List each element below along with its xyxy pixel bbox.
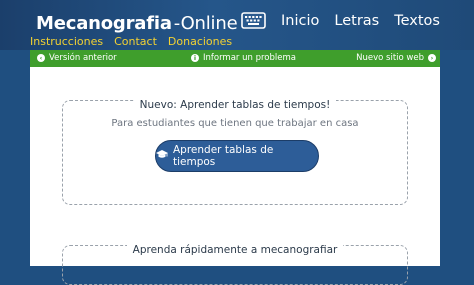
info-circle-icon: i [191, 54, 199, 62]
report-problem-link[interactable]: i Informar un problema [191, 53, 296, 63]
graduation-cap-icon [156, 150, 168, 162]
chevron-right-circle-icon: › [428, 54, 436, 62]
new-site-link[interactable]: Nuevo sitio web › [356, 53, 436, 63]
times-tables-card-subtitle: Para estudiantes que tienen que trabajar… [111, 118, 359, 129]
nav-link-inicio[interactable]: Inicio [281, 13, 319, 29]
subnav-link-instrucciones[interactable]: Instrucciones [30, 35, 103, 48]
top-nav: Inicio Letras Textos [281, 13, 440, 29]
times-tables-card: Nuevo: Aprender tablas de tiempos! Para … [62, 99, 408, 205]
times-tables-card-title: Nuevo: Aprender tablas de tiempos! [133, 99, 337, 111]
learn-times-tables-button-label: Aprender tablas de tiempos [173, 144, 274, 168]
learn-times-tables-button[interactable]: Aprender tablas de tiempos [155, 140, 319, 172]
new-site-label: Nuevo sitio web [356, 53, 424, 63]
logo-text-suffix: -Online [173, 12, 238, 34]
sub-nav: Instrucciones Contact Donaciones [30, 35, 232, 48]
chevron-left-circle-icon: ‹ [37, 54, 45, 62]
previous-version-link[interactable]: ‹ Versión anterior [37, 53, 117, 63]
nav-link-letras[interactable]: Letras [334, 13, 379, 29]
subnav-link-donaciones[interactable]: Donaciones [168, 35, 232, 48]
keyboard-icon [241, 12, 267, 34]
notice-bar: ‹ Versión anterior i Informar un problem… [30, 50, 440, 67]
previous-version-label: Versión anterior [49, 53, 117, 63]
main-content: Nuevo: Aprender tablas de tiempos! Para … [30, 67, 440, 285]
learn-typing-card: Aprenda rápidamente a mecanografiar [62, 244, 408, 285]
logo-text-main: Mecanografia [36, 12, 172, 34]
subnav-link-contact[interactable]: Contact [114, 35, 157, 48]
site-header: Mecanografia -Online Inicio Letras Textos… [0, 0, 474, 50]
report-problem-label: Informar un problema [203, 53, 296, 63]
nav-link-textos[interactable]: Textos [394, 13, 440, 29]
learn-typing-card-title: Aprenda rápidamente a mecanografiar [126, 244, 344, 256]
site-logo[interactable]: Mecanografia -Online [36, 11, 267, 35]
